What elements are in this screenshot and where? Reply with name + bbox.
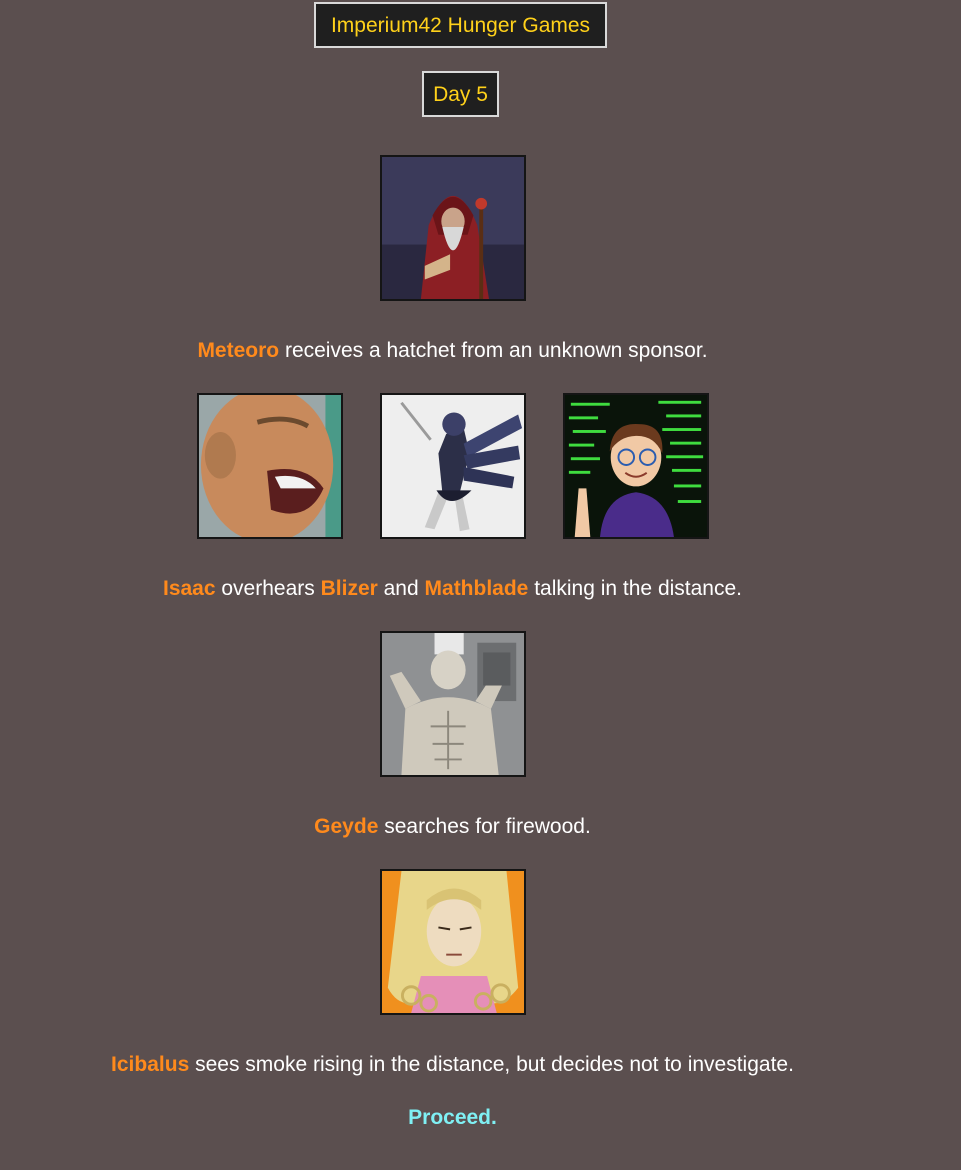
- event-description: searches for firewood.: [378, 815, 591, 838]
- event-text-4: Icibalus sees smoke rising in the distan…: [0, 1054, 905, 1075]
- tribute-name: Mathblade: [424, 577, 529, 600]
- event-description: and: [377, 577, 425, 600]
- blonde-anime-character-portrait: [382, 871, 524, 1013]
- tribute-name: Meteoro: [197, 339, 280, 362]
- event-text-2: Isaac overhears Blizer and Mathblade tal…: [0, 578, 905, 599]
- shouting-boy-portrait: [199, 395, 341, 537]
- tribute-name: Icibalus: [111, 1053, 190, 1076]
- tribute-name: Isaac: [162, 577, 216, 600]
- event-description: talking in the distance.: [528, 577, 742, 600]
- event-description: sees smoke rising in the distance, but d…: [189, 1053, 794, 1076]
- avatar-meteoro: [380, 155, 526, 301]
- tribute-name: Geyde: [314, 815, 379, 838]
- avatar-isaac: [197, 393, 343, 539]
- event-text-3: Geyde searches for firewood.: [0, 816, 905, 837]
- armored-robot-portrait: [382, 395, 524, 537]
- muscular-chef-portrait: [382, 633, 524, 775]
- day-label: Day 5: [422, 71, 499, 117]
- game-title: Imperium42 Hunger Games: [314, 2, 607, 48]
- event-description: receives a hatchet from an unknown spons…: [279, 339, 708, 362]
- tribute-name: Blizer: [320, 577, 378, 600]
- event-text-1: Meteoro receives a hatchet from an unkno…: [0, 340, 905, 361]
- avatar-icibalus: [380, 869, 526, 1015]
- red-hooded-wizard-portrait: [382, 157, 524, 299]
- proceed-link[interactable]: Proceed.: [0, 1107, 905, 1128]
- cartoon-coder-portrait: [565, 395, 707, 537]
- avatar-blizer: [380, 393, 526, 539]
- avatar-mathblade: [563, 393, 709, 539]
- avatar-geyde: [380, 631, 526, 777]
- event-description: overhears: [215, 577, 321, 600]
